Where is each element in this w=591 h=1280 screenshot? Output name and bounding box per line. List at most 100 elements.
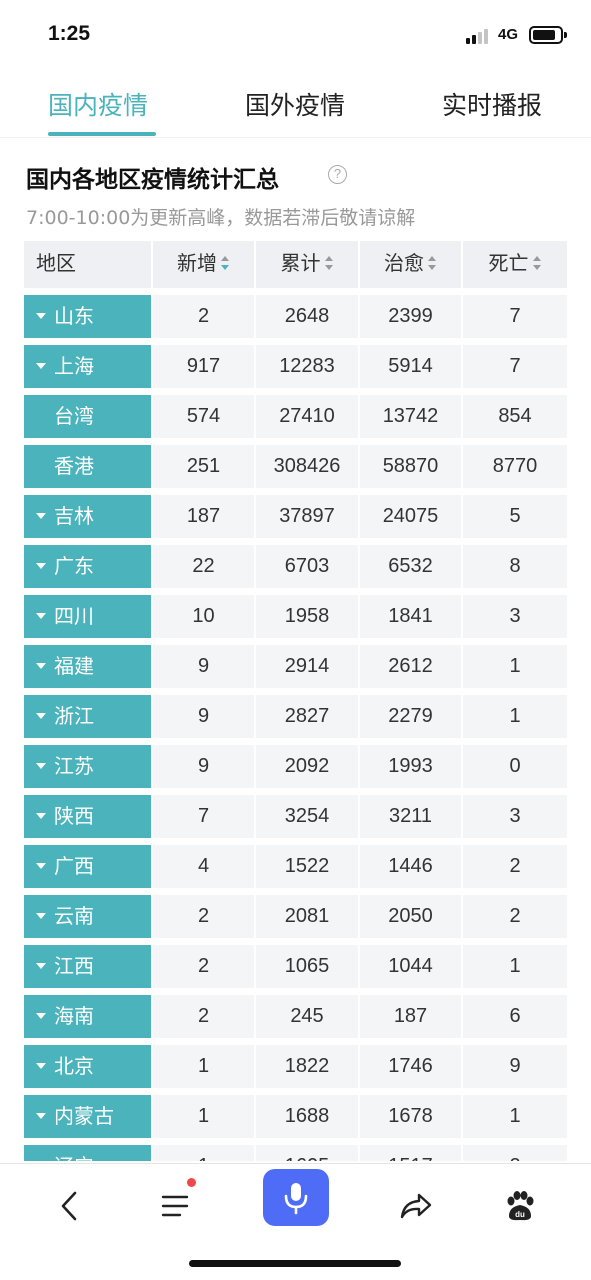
new-cases-cell: 10 (153, 595, 254, 638)
help-icon[interactable]: ? (328, 165, 347, 184)
region-cell[interactable]: 上海 (24, 345, 151, 388)
region-cell[interactable]: 江西 (24, 945, 151, 988)
total-cases-cell: 1605 (256, 1145, 358, 1161)
deaths-cell: 5 (463, 495, 567, 538)
region-cell[interactable]: 吉林 (24, 495, 151, 538)
cured-cell: 1841 (360, 595, 461, 638)
sort-icon (532, 255, 542, 270)
table-row[interactable]: 吉林 187 37897 24075 5 (24, 495, 567, 538)
table-row[interactable]: 江西 2 1065 1044 1 (24, 945, 567, 988)
new-cases-cell: 22 (153, 545, 254, 588)
home-indicator (189, 1260, 401, 1267)
expand-caret-icon (36, 1062, 46, 1069)
table-row[interactable]: 陕西 7 3254 3211 3 (24, 795, 567, 838)
cured-cell: 2050 (360, 895, 461, 938)
cured-cell: 1746 (360, 1045, 461, 1088)
section-subtitle: 7:00-10:00为更新高峰，数据若滞后敬请谅解 (26, 207, 416, 229)
deaths-cell: 8 (463, 545, 567, 588)
region-cell[interactable]: 广西 (24, 845, 151, 888)
region-name: 上海 (54, 354, 94, 378)
deaths-cell: 7 (463, 295, 567, 338)
region-cell[interactable]: 台湾 (24, 395, 151, 438)
region-name: 台湾 (54, 404, 94, 428)
region-cell[interactable]: 北京 (24, 1045, 151, 1088)
table-row[interactable]: 海南 2 245 187 6 (24, 995, 567, 1038)
total-cases-cell: 1958 (256, 595, 358, 638)
expand-caret-icon (36, 912, 46, 919)
cured-cell: 13742 (360, 395, 461, 438)
region-name: 浙江 (54, 704, 94, 728)
tab-international[interactable]: 国外疫情 (245, 86, 345, 122)
column-header-new[interactable]: 新增 (153, 241, 254, 288)
back-icon (61, 1191, 77, 1221)
region-name: 吉林 (54, 504, 94, 528)
region-cell[interactable]: 内蒙古 (24, 1095, 151, 1138)
table-row[interactable]: 广西 4 1522 1446 2 (24, 845, 567, 888)
tab-domestic[interactable]: 国内疫情 (48, 86, 148, 122)
cured-cell: 6532 (360, 545, 461, 588)
signal-icon (466, 28, 492, 44)
column-header-cured[interactable]: 治愈 (360, 241, 461, 288)
region-cell[interactable]: 山东 (24, 295, 151, 338)
expand-caret-icon (36, 812, 46, 819)
share-button[interactable] (388, 1178, 444, 1234)
battery-icon (529, 26, 567, 44)
new-cases-cell: 9 (153, 695, 254, 738)
deaths-cell: 854 (463, 395, 567, 438)
region-cell[interactable]: 云南 (24, 895, 151, 938)
region-cell[interactable]: 陕西 (24, 795, 151, 838)
new-cases-cell: 7 (153, 795, 254, 838)
table-row[interactable]: 北京 1 1822 1746 9 (24, 1045, 567, 1088)
table-row[interactable]: 香港 251 308426 58870 8770 (24, 445, 567, 488)
total-cases-cell: 308426 (256, 445, 358, 488)
table-row[interactable]: 福建 9 2914 2612 1 (24, 645, 567, 688)
new-cases-cell: 2 (153, 895, 254, 938)
region-cell[interactable]: 广东 (24, 545, 151, 588)
table-row[interactable]: 辽宁 1160515172 (24, 1145, 567, 1161)
bottom-toolbar: du (0, 1163, 591, 1280)
total-cases-cell: 1065 (256, 945, 358, 988)
table-row[interactable]: 江苏 9 2092 1993 0 (24, 745, 567, 788)
region-cell[interactable]: 浙江 (24, 695, 151, 738)
total-cases-cell: 12283 (256, 345, 358, 388)
table-row[interactable]: 内蒙古 1 1688 1678 1 (24, 1095, 567, 1138)
column-header-total[interactable]: 累计 (256, 241, 358, 288)
column-header-deaths[interactable]: 死亡 (463, 241, 567, 288)
cured-cell: 1517 (360, 1145, 461, 1161)
table-row[interactable]: 山东 2 2648 2399 7 (24, 295, 567, 338)
region-name: 广西 (54, 854, 94, 878)
back-button[interactable] (42, 1178, 98, 1234)
region-cell[interactable]: 辽宁 (24, 1145, 151, 1161)
menu-button[interactable] (147, 1178, 203, 1234)
total-cases-cell: 1822 (256, 1045, 358, 1088)
region-cell[interactable]: 福建 (24, 645, 151, 688)
total-cases-cell: 2648 (256, 295, 358, 338)
region-name: 云南 (54, 904, 94, 928)
region-name: 四川 (54, 604, 94, 628)
menu-icon (161, 1195, 189, 1217)
region-cell[interactable]: 江苏 (24, 745, 151, 788)
sort-icon (221, 255, 230, 270)
total-cases-cell: 3254 (256, 795, 358, 838)
total-cases-cell: 245 (256, 995, 358, 1038)
expand-caret-icon (36, 362, 46, 369)
tab-live-report[interactable]: 实时播报 (442, 86, 542, 122)
new-cases-cell: 251 (153, 445, 254, 488)
table-row[interactable]: 台湾 574 27410 13742 854 (24, 395, 567, 438)
new-cases-cell: 4 (153, 845, 254, 888)
table-row[interactable]: 上海 917 12283 5914 7 (24, 345, 567, 388)
new-cases-cell: 187 (153, 495, 254, 538)
table-row[interactable]: 广东 22 6703 6532 8 (24, 545, 567, 588)
deaths-cell: 2 (463, 845, 567, 888)
region-cell[interactable]: 香港 (24, 445, 151, 488)
baidu-home-button[interactable]: du (491, 1178, 547, 1234)
table-row[interactable]: 云南 2 2081 2050 2 (24, 895, 567, 938)
region-cell[interactable]: 海南 (24, 995, 151, 1038)
table-row[interactable]: 四川 10 1958 1841 3 (24, 595, 567, 638)
table-row[interactable]: 浙江 9 2827 2279 1 (24, 695, 567, 738)
region-cell[interactable]: 四川 (24, 595, 151, 638)
expand-caret-icon (36, 712, 46, 719)
new-cases-cell: 574 (153, 395, 254, 438)
voice-search-button[interactable] (263, 1169, 329, 1226)
section-title: 国内各地区疫情统计汇总 (26, 167, 279, 193)
